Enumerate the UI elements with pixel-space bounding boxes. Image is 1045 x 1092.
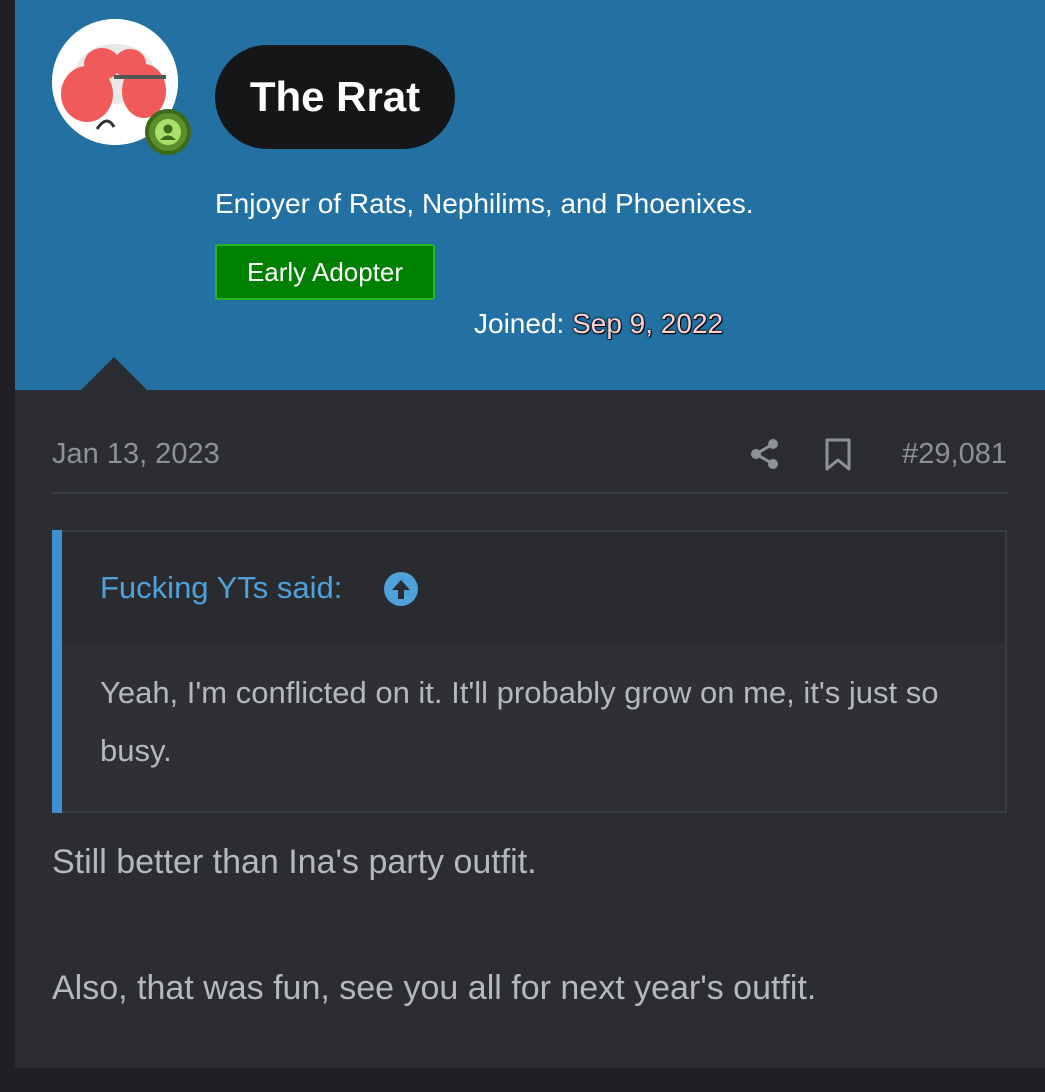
user-banner: Early Adopter: [215, 244, 435, 300]
joined-label: Joined:: [474, 308, 565, 339]
user-avatar[interactable]: [52, 19, 191, 155]
quote-accent-bar: [52, 530, 62, 813]
message-line: Also, that was fun, see you all for next…: [52, 969, 817, 1007]
page-edge: [0, 0, 15, 1068]
quote-author[interactable]: Fucking YTs said:: [100, 570, 342, 606]
header-arrow-notch: [80, 357, 148, 391]
post-meta-bar: Jan 13, 2023 #29,081: [52, 430, 1007, 494]
user-info-header: The Rrat Enjoyer of Rats, Nephilims, and…: [15, 0, 1045, 391]
forum-post: The Rrat Enjoyer of Rats, Nephilims, and…: [15, 0, 1045, 1068]
message-body: Still better than Ina's party outfit. Al…: [52, 840, 1012, 1092]
online-user-icon: [155, 119, 181, 145]
joined-date: Sep 9, 2022: [572, 308, 724, 339]
quote-header: Fucking YTs said:: [62, 532, 1005, 644]
share-icon[interactable]: [749, 438, 781, 470]
online-status-badge: [145, 109, 191, 155]
quote-block: Fucking YTs said: Yeah, I'm conflicted o…: [52, 530, 1007, 813]
arrow-up-circle-icon[interactable]: [384, 572, 418, 606]
post-number[interactable]: #29,081: [902, 438, 1007, 471]
username[interactable]: The Rrat: [215, 45, 455, 149]
message-line: Still better than Ina's party outfit.: [52, 843, 537, 881]
quote-body: Yeah, I'm conflicted on it. It'll probab…: [100, 675, 939, 768]
joined-info: Joined: Sep 9, 2022: [474, 308, 723, 340]
user-title: Enjoyer of Rats, Nephilims, and Phoenixe…: [215, 188, 754, 219]
post-date[interactable]: Jan 13, 2023: [52, 438, 220, 471]
bookmark-icon[interactable]: [822, 438, 854, 472]
